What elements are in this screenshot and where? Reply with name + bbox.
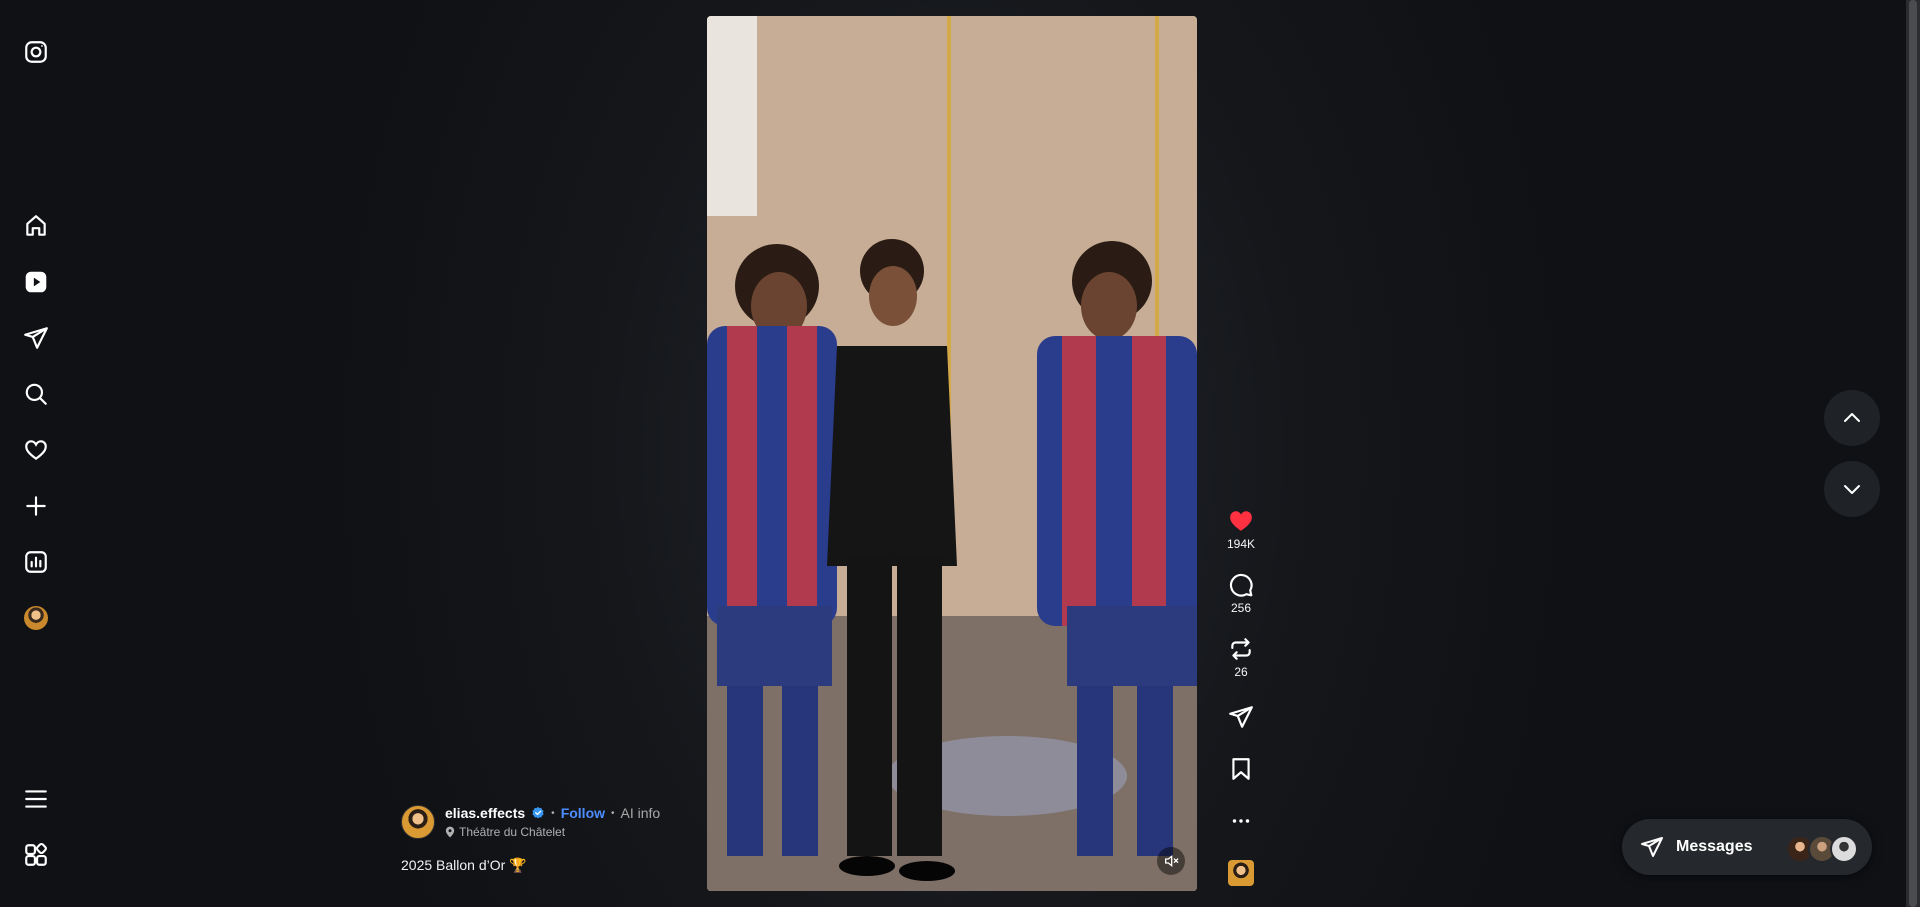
share-button[interactable] [1222, 704, 1260, 730]
send-icon [1229, 706, 1253, 728]
like-button[interactable]: 194K [1222, 508, 1260, 551]
avatar [1830, 835, 1858, 863]
repost-icon [1231, 638, 1251, 660]
menu-icon[interactable] [22, 785, 50, 813]
comment-icon [1229, 573, 1253, 597]
messages-bar[interactable]: Messages [1622, 819, 1872, 875]
muted-speaker-icon [1165, 854, 1179, 868]
repost-button[interactable]: 26 [1222, 636, 1260, 679]
location-link[interactable]: Théâtre du Châtelet [445, 825, 565, 839]
send-icon [1641, 837, 1663, 857]
reels-icon[interactable] [22, 268, 50, 296]
mute-toggle-button[interactable] [1157, 847, 1185, 875]
location-label: Théâtre du Châtelet [459, 825, 566, 839]
video-frame-illustration [707, 16, 1197, 891]
previous-reel-button[interactable] [1824, 390, 1880, 446]
author-line: elias.effects • Follow • AI info [445, 805, 660, 821]
instagram-icon[interactable] [22, 38, 50, 66]
reel-video[interactable] [707, 16, 1197, 891]
follow-button[interactable]: Follow [561, 805, 605, 821]
scrollbar-thumb[interactable] [1909, 0, 1917, 907]
comments-count: 256 [1230, 601, 1252, 615]
more-horizontal-icon [1232, 819, 1250, 823]
username-link[interactable]: elias.effects [445, 805, 525, 821]
search-icon[interactable] [22, 380, 50, 408]
bookmark-icon [1232, 758, 1250, 780]
plus-icon[interactable] [22, 492, 50, 520]
sidebar [0, 0, 72, 907]
ai-info-link[interactable]: AI info [621, 805, 661, 821]
separator-dot: • [611, 807, 615, 819]
reposts-count: 26 [1234, 665, 1248, 679]
profile-avatar[interactable] [22, 604, 50, 632]
comment-button[interactable]: 256 [1222, 572, 1260, 615]
separator-dot: • [551, 807, 555, 819]
likes-count: 194K [1226, 537, 1256, 551]
next-reel-button[interactable] [1824, 461, 1880, 517]
chevron-down-icon [1844, 485, 1860, 494]
location-pin-icon [445, 826, 455, 838]
scrollbar[interactable] [1906, 0, 1920, 907]
audio-thumbnail [1228, 860, 1254, 886]
send-icon[interactable] [22, 324, 50, 352]
messages-label: Messages [1676, 838, 1753, 855]
apps-icon[interactable] [22, 841, 50, 869]
verified-badge-icon [532, 806, 544, 819]
save-button[interactable] [1222, 756, 1260, 782]
avatar [24, 606, 48, 630]
author-avatar[interactable] [401, 805, 435, 839]
message-avatars [1786, 835, 1858, 863]
chart-icon[interactable] [22, 548, 50, 576]
chevron-up-icon [1844, 413, 1860, 422]
more-options-button[interactable] [1222, 808, 1260, 834]
home-icon[interactable] [22, 212, 50, 240]
heart-filled-icon [1230, 511, 1252, 531]
heart-icon[interactable] [22, 436, 50, 464]
audio-thumbnail-button[interactable] [1222, 860, 1260, 886]
post-caption: 2025 Ballon d’Or 🏆 [401, 857, 527, 873]
